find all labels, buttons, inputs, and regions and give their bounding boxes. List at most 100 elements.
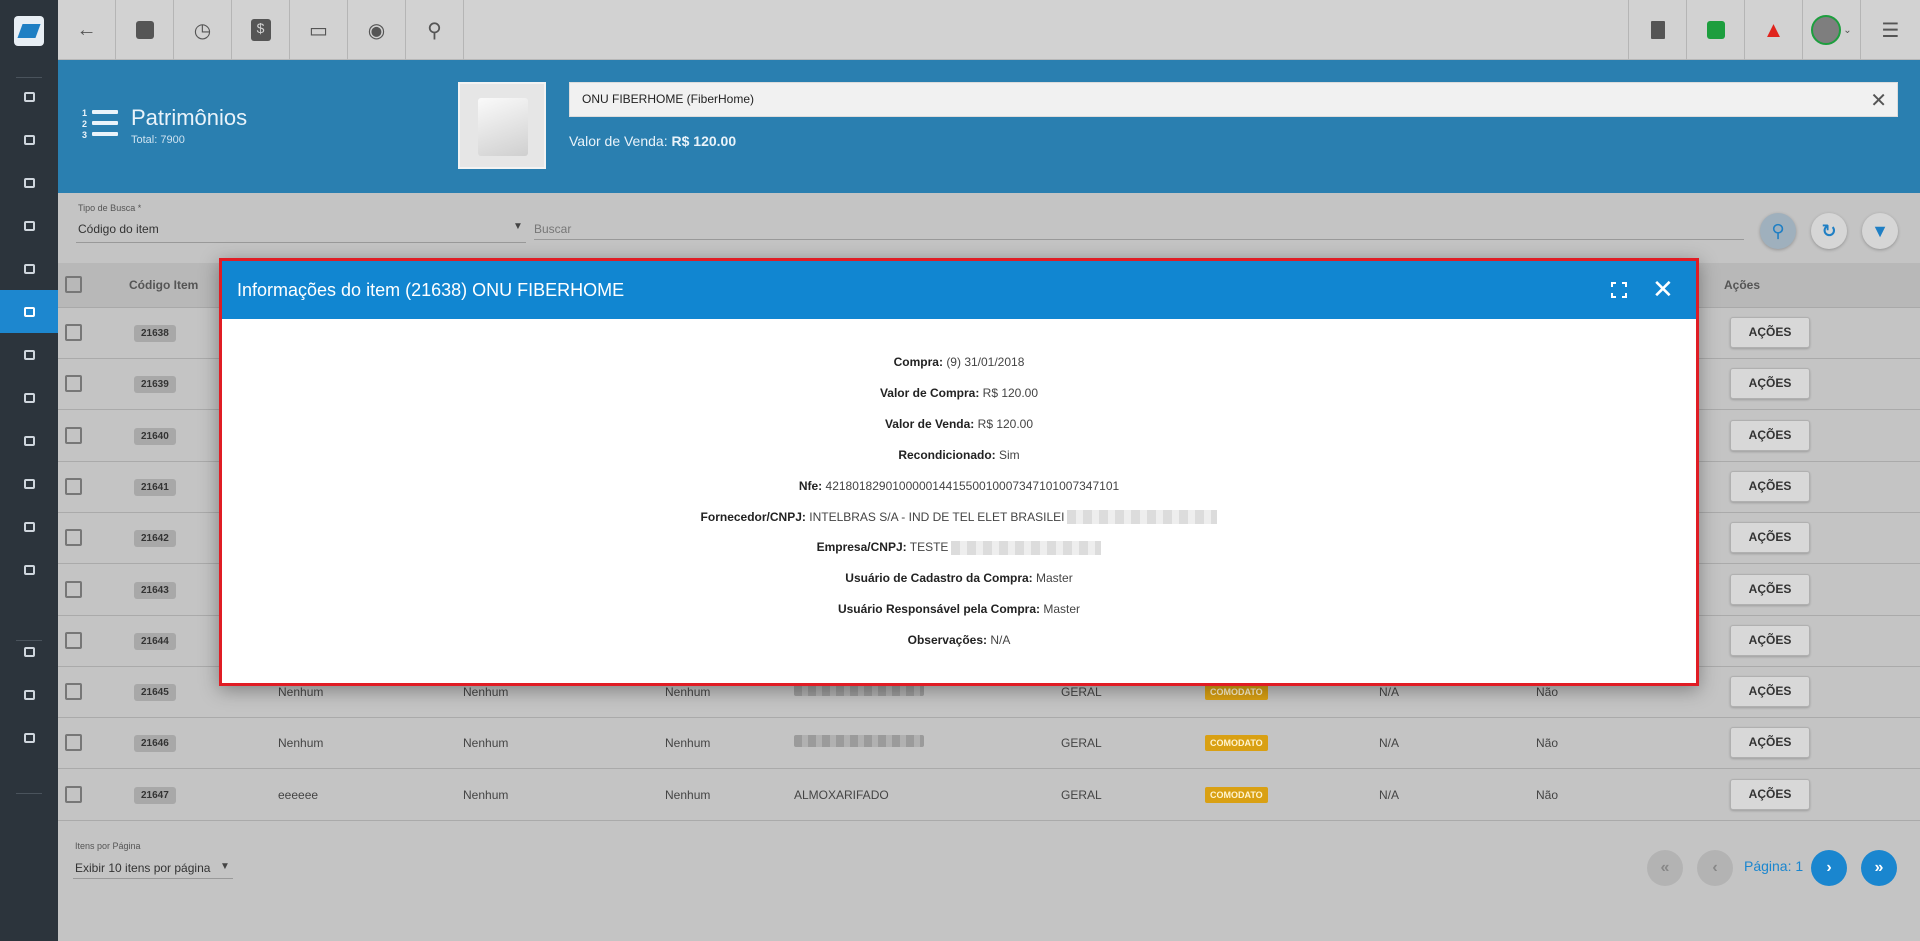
row-checkbox[interactable] <box>65 375 82 393</box>
map-pin-icon[interactable] <box>0 376 58 419</box>
info-label: Valor de Compra: <box>879 385 980 400</box>
info-value: R$ 120.00 <box>977 416 1034 431</box>
calendar-clock-icon[interactable]: ◷ <box>174 0 232 60</box>
search-type-select[interactable]: Código do item <box>78 222 159 236</box>
actions-button[interactable]: AÇÕES <box>1730 778 1810 810</box>
eye-icon[interactable]: ◉ <box>348 0 406 60</box>
server-icon[interactable] <box>0 462 58 505</box>
chat-icon[interactable] <box>0 716 58 759</box>
top-toolbar: ← ◷ $ ▭ ◉ ⚲ ▲ ⌄ ☰ <box>58 0 1920 60</box>
filter-button[interactable]: ▼ <box>1862 213 1898 249</box>
table-cell: Nenhum <box>278 685 324 700</box>
video-icon[interactable] <box>0 630 58 673</box>
actions-button[interactable]: AÇÕES <box>1730 676 1810 708</box>
check-chat-icon[interactable] <box>1686 0 1744 60</box>
search-bar: Tipo de Busca * Código do item ▼ ⚲ ↻ ▼ <box>58 193 1920 263</box>
close-icon[interactable]: ✕ <box>1870 88 1887 113</box>
table-cell: ALMOXARIFADO <box>794 787 889 802</box>
row-checkbox[interactable] <box>65 631 82 649</box>
item-code: 21645 <box>134 684 176 702</box>
row-checkbox[interactable] <box>65 324 82 341</box>
dollar-icon[interactable]: $ <box>232 0 290 60</box>
calendar-icon[interactable] <box>0 247 58 290</box>
table-row[interactable]: 21647 eeeeee Nenhum Nenhum ALMOXARIFADO GERAL… <box>58 770 1920 821</box>
row-checkbox[interactable] <box>65 529 82 547</box>
redacted-location <box>794 735 924 748</box>
item-code: 21641 <box>134 478 176 496</box>
menu-list-icon[interactable]: ☰ <box>1860 0 1920 60</box>
table-cell: Nenhum <box>278 736 324 751</box>
table-cell: Nenhum <box>665 736 711 751</box>
gear-icon[interactable] <box>0 548 58 591</box>
row-checkbox[interactable] <box>65 426 82 444</box>
table-cell: Nenhum <box>665 685 711 700</box>
first-page-button[interactable]: « <box>1647 850 1683 886</box>
dashboard-icon[interactable] <box>0 75 58 118</box>
actions-button[interactable]: AÇÕES <box>1730 522 1810 554</box>
info-value: INTELBRAS S/A - IND DE TEL ELET BRASILEI <box>809 509 1065 524</box>
last-page-button[interactable]: » <box>1861 850 1897 886</box>
pdf-doc-icon[interactable] <box>1628 0 1686 60</box>
table-cell: Não <box>1536 685 1559 700</box>
actions-button[interactable]: AÇÕES <box>1730 573 1810 605</box>
item-code: 21646 <box>134 735 176 753</box>
table-cell: N/A <box>1379 736 1400 751</box>
sidebar-divider <box>16 793 42 794</box>
contact-card-icon[interactable] <box>116 0 174 60</box>
row-checkbox[interactable] <box>65 785 82 803</box>
actions-button[interactable]: AÇÕES <box>1730 727 1810 759</box>
file-icon[interactable] <box>0 505 58 548</box>
table-cell: Nenhum <box>463 736 509 751</box>
search-icon[interactable]: ⚲ <box>406 0 464 60</box>
table-cell: Não <box>1536 736 1559 751</box>
back-arrow-icon[interactable]: ← <box>58 0 116 60</box>
modal-header: Informações do item (21638) ONU FIBERHOM… <box>222 261 1696 319</box>
fullscreen-icon[interactable] <box>1611 282 1627 298</box>
document-icon[interactable] <box>0 419 58 462</box>
select-all-checkbox[interactable] <box>65 276 82 293</box>
info-label: Recondicionado: <box>898 447 996 462</box>
select-underline <box>76 242 526 243</box>
caret-down-icon[interactable]: ▼ <box>513 221 523 232</box>
close-icon[interactable]: ✕ <box>1652 275 1674 303</box>
row-checkbox[interactable] <box>65 683 82 701</box>
info-line: Valor de Compra: R$ 120.00 <box>222 386 1696 400</box>
status-badge: COMODATO <box>1205 786 1268 803</box>
box-icon[interactable] <box>0 290 58 333</box>
actions-button[interactable]: AÇÕES <box>1730 470 1810 502</box>
info-line: Empresa/CNPJ: TESTE <box>222 540 1696 556</box>
wiki-icon[interactable] <box>0 673 58 716</box>
refresh-button[interactable]: ↻ <box>1811 213 1847 249</box>
app-logo-icon[interactable] <box>14 16 44 46</box>
actions-button[interactable]: AÇÕES <box>1730 317 1810 348</box>
table-row[interactable]: 21646 Nenhum Nenhum Nenhum GERAL N/A Não COMODA… <box>58 718 1920 770</box>
prev-page-button[interactable]: ‹ <box>1697 850 1733 886</box>
row-checkbox[interactable] <box>65 477 82 495</box>
board-icon[interactable] <box>0 204 58 247</box>
item-info-modal: Informações do item (21638) ONU FIBERHOM… <box>219 258 1699 686</box>
alarm-bell-icon[interactable]: ▲ <box>1744 0 1802 60</box>
item-code: 21647 <box>134 786 176 804</box>
actions-button[interactable]: AÇÕES <box>1730 419 1810 451</box>
status-badge: COMODATO <box>1205 735 1268 752</box>
row-checkbox[interactable] <box>65 734 82 752</box>
user-avatar-icon[interactable]: ⌄ <box>1802 0 1860 60</box>
pie-chart-icon[interactable] <box>0 118 58 161</box>
search-input[interactable] <box>534 219 1744 240</box>
column-actions: Ações <box>1724 278 1761 292</box>
actions-button[interactable]: AÇÕES <box>1730 368 1810 400</box>
info-line: Usuário de Cadastro da Compra: Master <box>222 571 1696 585</box>
product-name-bar: ONU FIBERHOME (FiberHome) ✕ <box>569 82 1898 117</box>
id-card-icon[interactable] <box>0 333 58 376</box>
contacts-icon[interactable] <box>0 161 58 204</box>
search-button[interactable]: ⚲ <box>1760 213 1796 249</box>
caret-down-icon[interactable]: ▼ <box>220 861 230 872</box>
items-per-page-select[interactable]: Exibir 10 itens por página <box>75 861 210 875</box>
terminal-icon[interactable]: ▭ <box>290 0 348 60</box>
row-checkbox[interactable] <box>65 580 82 598</box>
actions-button[interactable]: AÇÕES <box>1730 624 1810 656</box>
next-page-button[interactable]: › <box>1811 850 1847 886</box>
info-label: Compra: <box>893 355 943 369</box>
table-cell: GERAL <box>1061 685 1102 700</box>
info-value: 4218018290100000144155001000734710100734… <box>825 478 1120 493</box>
